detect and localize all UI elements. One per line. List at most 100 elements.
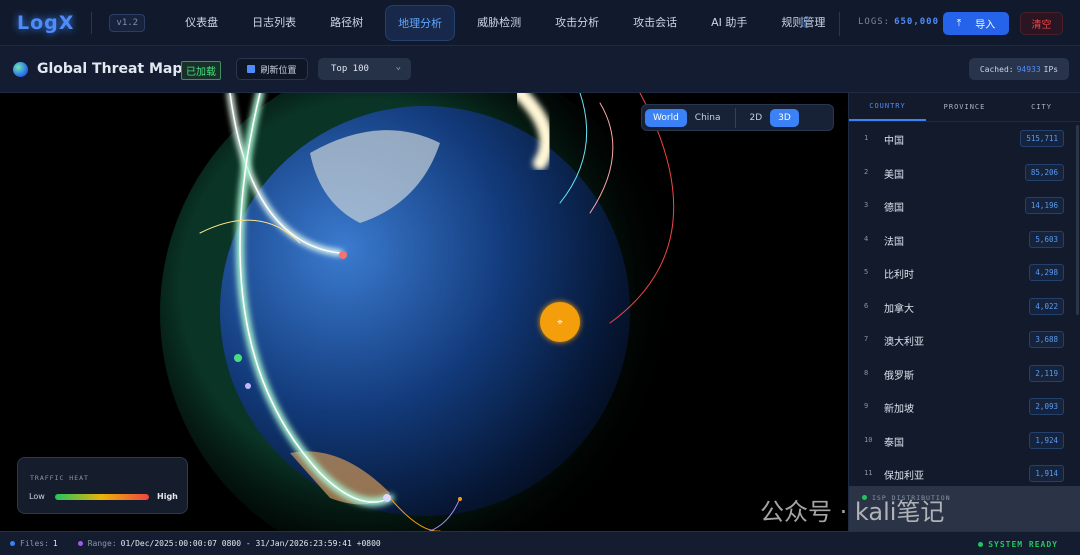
- rank: 6: [864, 301, 869, 310]
- nav-ai-assistant[interactable]: AI 助手: [699, 5, 759, 41]
- mode-2d-button[interactable]: 2D: [742, 109, 771, 127]
- country-row[interactable]: 9 新加坡 2,093: [849, 390, 1080, 424]
- globe-icon: [13, 62, 28, 77]
- refresh-location-button[interactable]: 刷新位置: [236, 58, 308, 80]
- import-button[interactable]: ⤒ 导入: [943, 12, 1009, 35]
- rank: 7: [864, 335, 869, 343]
- logs-label: LOGS:: [858, 17, 891, 27]
- legend-title: TRAFFIC HEAT: [30, 474, 89, 482]
- country-row[interactable]: 4 法国 5,603: [849, 223, 1080, 257]
- status-bar: Files: 1 Range: 01/Dec/2025:00:00:07 0800 …: [0, 531, 1080, 555]
- mode-3d-button[interactable]: 3D: [770, 108, 799, 127]
- range-dot-icon: [77, 541, 83, 546]
- cached-label: Cached:: [979, 64, 1014, 74]
- divider: [839, 12, 840, 36]
- cached-value: 94933: [1016, 64, 1041, 74]
- country-row[interactable]: 10 泰国 1,924: [849, 424, 1080, 458]
- rank: 8: [864, 368, 869, 377]
- nav-path-tree[interactable]: 路径树: [318, 5, 375, 41]
- count-badge: 2,093: [1029, 398, 1064, 415]
- status-dot: [978, 542, 984, 547]
- country-row[interactable]: 5 比利时 4,298: [849, 256, 1080, 290]
- country-row[interactable]: 3 德国 14,196: [849, 189, 1080, 223]
- clear-button[interactable]: 清空: [1020, 12, 1063, 35]
- count-badge: 4,022: [1029, 297, 1064, 315]
- country-name: 美国: [884, 169, 904, 181]
- country-name: 加拿大: [884, 303, 914, 315]
- moon-icon[interactable]: ☾: [800, 13, 814, 32]
- count-badge: 4,298: [1029, 264, 1064, 281]
- nav-threat-detection[interactable]: 威胁检测: [465, 5, 533, 41]
- tab-city[interactable]: CITY: [1003, 93, 1080, 121]
- attack-point[interactable]: [339, 251, 347, 259]
- legend-low: Low: [29, 492, 45, 501]
- refresh-label: 刷新位置: [260, 65, 297, 76]
- cached-ips: Cached: 94933 IPs: [969, 58, 1069, 80]
- globe-map[interactable]: ⌖ World China 2D 3D TRAFFIC HEAT Low Hig…: [0, 93, 848, 531]
- rank: 2: [864, 167, 869, 176]
- rank: 5: [864, 268, 869, 276]
- system-status: SYSTEM READY: [978, 540, 1058, 549]
- location-pin-icon[interactable]: ⌖: [540, 302, 580, 342]
- view-world-button[interactable]: World: [645, 108, 687, 127]
- nav-attack-sessions[interactable]: 攻击会话: [621, 5, 689, 41]
- attack-point[interactable]: [245, 383, 251, 389]
- count-badge: 5,603: [1029, 230, 1064, 248]
- rank: 4: [864, 234, 869, 243]
- rank: 1: [864, 134, 869, 142]
- country-name: 保加利亚: [884, 471, 924, 482]
- country-name: 泰国: [884, 437, 904, 449]
- country-row[interactable]: 7 澳大利亚 3,688: [849, 323, 1080, 357]
- top-navigation-bar: LogX v1.2 仪表盘 日志列表 路径树 地理分析 威胁检测 攻击分析 攻击…: [0, 0, 1080, 46]
- attack-point[interactable]: [458, 497, 462, 501]
- app-logo: LogX: [17, 11, 75, 34]
- files-label: Files:: [20, 539, 49, 548]
- ranking-panel: COUNTRY PROVINCE CITY 1 中国 515,711 2 美国 85,20…: [848, 93, 1080, 531]
- rank: 9: [864, 402, 869, 410]
- tab-country[interactable]: COUNTRY: [849, 93, 926, 121]
- country-name: 澳大利亚: [884, 337, 924, 348]
- tab-province[interactable]: PROVINCE: [926, 93, 1003, 121]
- logs-value: 650,000: [894, 17, 940, 27]
- files-dot-icon: [10, 541, 15, 546]
- country-row[interactable]: 8 俄罗斯 2,119: [849, 357, 1080, 391]
- legend-high: High: [157, 492, 178, 501]
- ranking-tabs: COUNTRY PROVINCE CITY: [849, 93, 1080, 122]
- attack-point[interactable]: [383, 494, 391, 502]
- country-row[interactable]: 2 美国 85,206: [849, 156, 1080, 190]
- count-badge: 14,196: [1024, 197, 1064, 214]
- view-toggle: World China 2D 3D: [641, 104, 834, 131]
- country-row[interactable]: 1 中国 515,711: [849, 122, 1080, 156]
- nav-geo-analysis[interactable]: 地理分析: [385, 4, 456, 41]
- country-list: 1 中国 515,711 2 美国 85,206 3 德国 14,196 4 法国 5,603 5 比利时…: [849, 122, 1080, 491]
- count-badge: 3,688: [1029, 331, 1064, 348]
- country-name: 德国: [884, 203, 904, 214]
- country-name: 中国: [884, 136, 904, 147]
- files-value: 1: [52, 539, 58, 548]
- top-select-value: Top 100: [331, 64, 369, 74]
- attack-point[interactable]: [234, 354, 242, 362]
- refresh-icon: [247, 65, 256, 73]
- logs-count: LOGS: 650,000: [858, 17, 939, 27]
- range-value: 01/Dec/2025:00:00:07 0800 - 31/Jan/2026:…: [120, 539, 381, 548]
- nav-dashboard[interactable]: 仪表盘: [173, 5, 230, 41]
- system-ready-text: SYSTEM READY: [988, 540, 1058, 549]
- top-n-select[interactable]: Top 100 ⌄: [318, 58, 411, 80]
- count-badge: 2,119: [1029, 364, 1064, 382]
- divider: [91, 11, 93, 34]
- count-badge: 85,206: [1024, 163, 1064, 181]
- nav-attack-analysis[interactable]: 攻击分析: [543, 5, 611, 41]
- map-toolbar: Global Threat Map 已加载 刷新位置 Top 100 ⌄ Cach…: [0, 46, 1080, 93]
- count-badge: 1,924: [1029, 431, 1064, 449]
- nav-log-list[interactable]: 日志列表: [240, 5, 308, 41]
- country-name: 俄罗斯: [884, 370, 914, 382]
- country-name: 法国: [884, 236, 904, 248]
- country-row[interactable]: 6 加拿大 4,022: [849, 290, 1080, 324]
- heat-gradient-bar: [55, 494, 149, 500]
- loaded-badge: 已加载: [181, 61, 221, 80]
- upload-icon: ⤒: [956, 18, 962, 29]
- scrollbar[interactable]: [1076, 125, 1079, 315]
- files-info: Files: 1: [10, 539, 58, 548]
- view-china-button[interactable]: China: [687, 109, 729, 127]
- import-label: 导入: [975, 20, 996, 31]
